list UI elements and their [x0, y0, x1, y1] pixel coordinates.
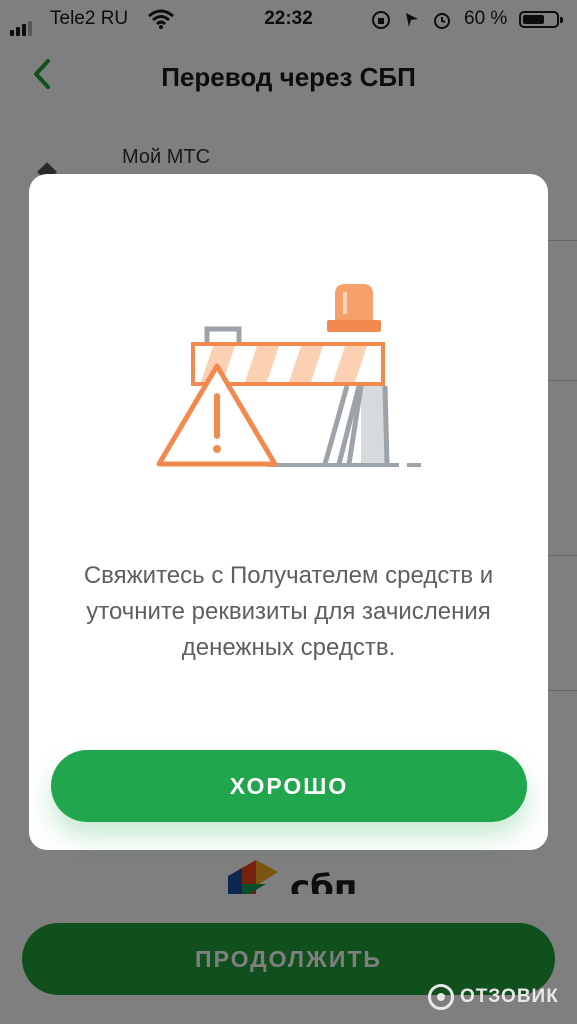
watermark: ОТЗОВИК	[428, 982, 559, 1012]
watermark-text: ОТЗОВИК	[460, 986, 559, 1007]
roadblock-warning-illustration	[149, 274, 439, 484]
otzovik-logo-icon	[428, 984, 454, 1010]
ok-button[interactable]: ХОРОШО	[51, 750, 527, 822]
dialog-message: Свяжитесь с Получателем средств и уточни…	[83, 562, 494, 661]
error-dialog: Свяжитесь с Получателем средств и уточни…	[29, 174, 548, 850]
